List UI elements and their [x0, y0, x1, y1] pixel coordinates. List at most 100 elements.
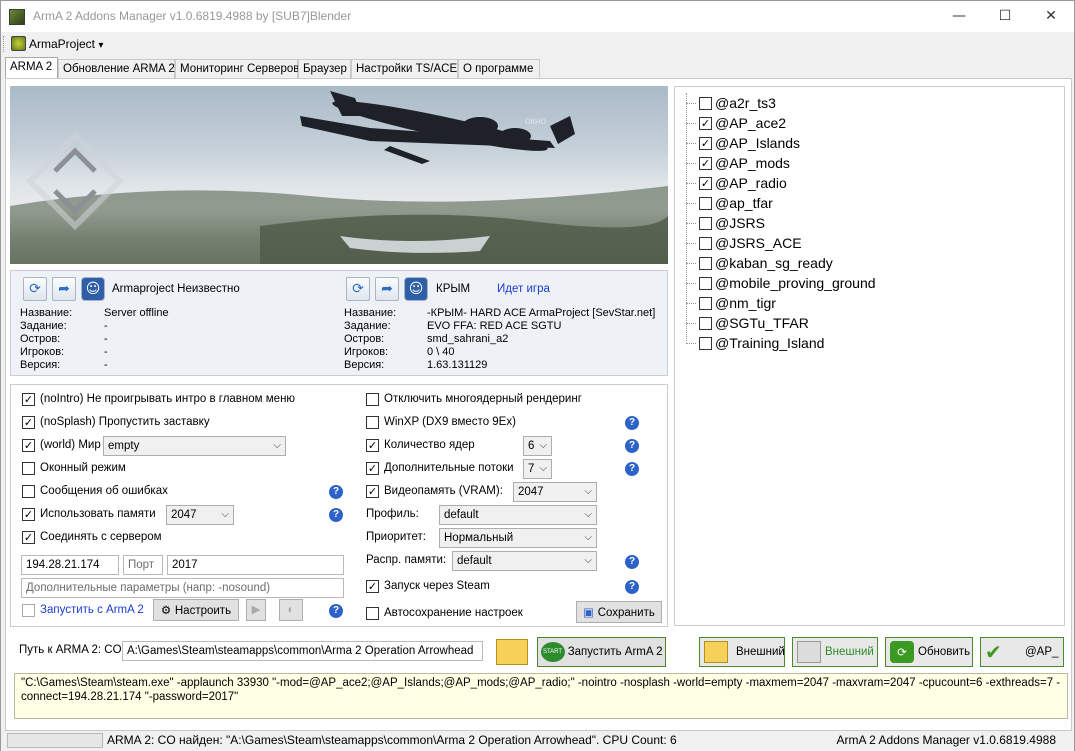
folder-icon[interactable] — [496, 639, 528, 665]
cores-select-value: 6 — [528, 440, 535, 452]
sound-button[interactable]: ◐ — [279, 599, 303, 621]
tab-update[interactable]: Обновление ARMA 2 — [58, 59, 175, 78]
save-button[interactable]: ▣ Сохранить — [576, 601, 662, 623]
external-add-button[interactable]: Внешний — [699, 637, 785, 667]
launch-arma2-label: Запустить с ArmA 2 — [40, 604, 144, 616]
refresh-button[interactable]: ⟳ Обновить — [885, 637, 973, 667]
multicore-checkbox[interactable] — [366, 393, 379, 406]
help-icon[interactable]: ? — [625, 580, 639, 594]
players-server-right-button[interactable]: ☺ — [404, 277, 428, 301]
world-label: (world) Мир — [40, 439, 101, 451]
refresh-server-right-button[interactable]: ⟳ — [346, 277, 370, 301]
tab-about[interactable]: О программе — [458, 59, 540, 78]
refresh-server-left-button[interactable]: ⟳ — [23, 277, 47, 301]
priority-select[interactable]: Нормальный ⌵ — [439, 528, 597, 548]
memalloc-select[interactable]: default ⌵ — [452, 551, 597, 571]
save-icon: ▣ — [583, 605, 598, 619]
mod-checkbox[interactable] — [699, 257, 712, 270]
steam-checkbox[interactable]: ✓ — [366, 580, 379, 593]
server-ip-input[interactable]: 194.28.21.174 — [21, 555, 119, 575]
world-select[interactable]: empty ⌵ — [103, 436, 286, 456]
players-server-left-button[interactable]: ☺ — [81, 277, 105, 301]
vram-select[interactable]: 2047 ⌵ — [513, 482, 597, 502]
help-icon[interactable]: ? — [329, 604, 343, 618]
mod-checkbox[interactable] — [699, 297, 712, 310]
mod-checkbox[interactable]: ✓ — [699, 117, 712, 130]
launch-arma2-checkbox[interactable] — [22, 604, 35, 617]
server-right-label-island: Остров: — [344, 333, 385, 345]
nointro-checkbox[interactable]: ✓ — [22, 393, 35, 406]
launch-button[interactable]: START Запустить ArmA 2 — [537, 637, 666, 667]
server-left-value-version: - — [104, 359, 108, 371]
mod-checkbox[interactable]: ✓ — [699, 137, 712, 150]
cores-checkbox[interactable]: ✓ — [366, 439, 379, 452]
tab-browser[interactable]: Браузер — [298, 59, 351, 78]
mod-checkbox[interactable] — [699, 97, 712, 110]
nosplash-checkbox[interactable]: ✓ — [22, 416, 35, 429]
tree-line — [686, 343, 696, 344]
chevron-down-icon: ⌵ — [584, 486, 592, 497]
errors-checkbox[interactable] — [22, 485, 35, 498]
password-input[interactable]: 2017 — [167, 555, 344, 575]
title-bar[interactable]: ArmA 2 Addons Manager v1.0.6819.4988 by … — [1, 1, 1074, 32]
threads-label: Дополнительные потоки — [384, 462, 514, 474]
memory-select[interactable]: 2047 ⌵ — [166, 505, 234, 525]
save-label: Сохранить — [597, 607, 655, 619]
app-icon — [9, 9, 25, 25]
server-left-value-mission: - — [104, 320, 108, 332]
help-icon[interactable]: ? — [625, 555, 639, 569]
close-button[interactable]: ✕ — [1028, 1, 1074, 32]
help-icon[interactable]: ? — [329, 485, 343, 499]
tab-arma2[interactable]: ARMA 2 — [5, 57, 58, 78]
mod-checkbox[interactable] — [699, 217, 712, 230]
server-right-name: КРЫМ — [436, 283, 471, 295]
profile-select[interactable]: default ⌵ — [439, 505, 597, 525]
chevron-down-icon: ⌵ — [221, 509, 229, 520]
help-icon[interactable]: ? — [329, 508, 343, 522]
ap-button[interactable]: ✔ @AP_ — [980, 637, 1064, 667]
minimize-button[interactable]: — — [936, 1, 982, 32]
autosave-checkbox[interactable] — [366, 607, 379, 620]
mod-checkbox[interactable] — [699, 317, 712, 330]
mod-checkbox[interactable] — [699, 277, 712, 290]
mod-label: @AP_radio — [715, 175, 787, 191]
status-text: ARMA 2: CO найден: "A:\Games\Steam\steam… — [107, 733, 677, 747]
vram-select-value: 2047 — [518, 486, 544, 498]
tab-monitoring[interactable]: Мониторинг Серверов — [175, 59, 299, 78]
path-input[interactable]: A:\Games\Steam\steamapps\common\Arma 2 O… — [122, 641, 483, 661]
mod-list: @a2r_ts3 ✓ @AP_ace2 ✓ @AP_Islands ✓ @AP_mods ✓ @… — [674, 86, 1065, 626]
mod-checkbox[interactable]: ✓ — [699, 157, 712, 170]
help-icon[interactable]: ? — [625, 439, 639, 453]
cores-select[interactable]: 6 ⌵ — [523, 436, 552, 456]
project-menu[interactable]: ArmaProject ▾ — [7, 34, 107, 54]
chevron-down-icon: ⌵ — [273, 440, 281, 451]
main-window: ArmA 2 Addons Manager v1.0.6819.4988 by … — [0, 0, 1075, 751]
threads-checkbox[interactable]: ✓ — [366, 462, 379, 475]
windowed-checkbox[interactable] — [22, 462, 35, 475]
mod-checkbox[interactable] — [699, 337, 712, 350]
mod-checkbox[interactable] — [699, 197, 712, 210]
memory-checkbox[interactable]: ✓ — [22, 508, 35, 521]
tab-ts-ace[interactable]: Настройки TS/ACE — [351, 59, 458, 78]
extra-params-input[interactable]: Дополнительные параметры (напр: -nosound… — [21, 578, 344, 598]
mod-checkbox[interactable]: ✓ — [699, 177, 712, 190]
winxp-checkbox[interactable] — [366, 416, 379, 429]
port-placeholder[interactable]: Порт — [123, 555, 163, 575]
profile-select-value: default — [444, 509, 479, 521]
mod-checkbox[interactable] — [699, 237, 712, 250]
help-icon[interactable]: ? — [625, 416, 639, 430]
connect-server-left-button[interactable]: ➦ — [52, 277, 76, 301]
connect-server-right-button[interactable]: ➦ — [375, 277, 399, 301]
world-checkbox[interactable]: ✓ — [22, 439, 35, 452]
external-remove-button[interactable]: Внешний — [792, 637, 878, 667]
connect-checkbox[interactable]: ✓ — [22, 531, 35, 544]
server-left-name: Armaproject Неизвестно — [112, 283, 240, 295]
configure-button[interactable]: ⚙ Настроить — [153, 599, 239, 621]
help-icon[interactable]: ? — [625, 462, 639, 476]
threads-select[interactable]: 7 ⌵ — [523, 459, 552, 479]
maximize-button[interactable]: ☐ — [982, 1, 1028, 32]
play-button[interactable]: ▶ — [246, 599, 266, 621]
vram-checkbox[interactable]: ✓ — [366, 485, 379, 498]
command-line-box[interactable]: "C:\Games\Steam\steam.exe" -applaunch 33… — [14, 673, 1068, 719]
checkmark-icon: ✔ — [985, 640, 1002, 664]
